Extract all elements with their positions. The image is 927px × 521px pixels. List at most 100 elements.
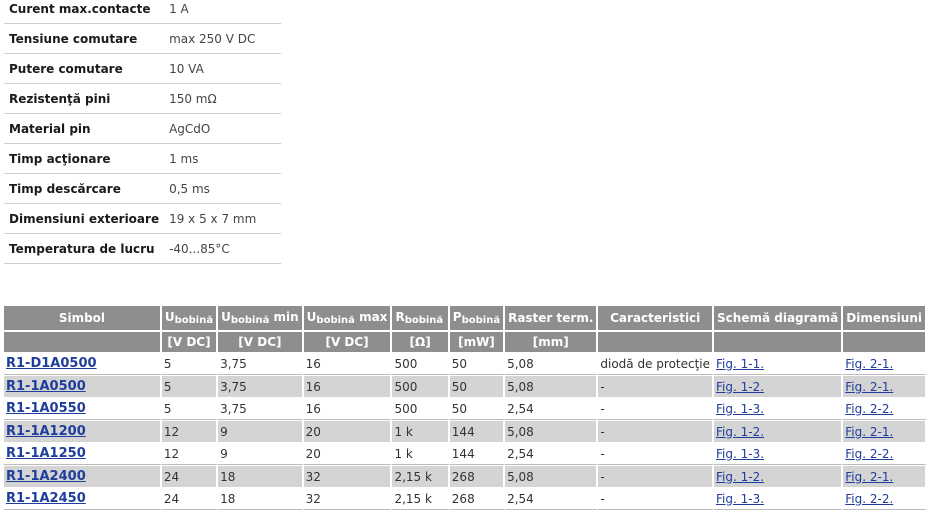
cell-raster: 2,54 <box>505 442 599 465</box>
cell-dimensiuni: Fig. 2-1. <box>843 375 927 397</box>
product-link[interactable]: R1-1A2450 <box>6 491 86 506</box>
unit-cell-empty <box>4 332 162 352</box>
product-link[interactable]: R1-1A0500 <box>6 379 86 394</box>
u-min-suffix: min <box>269 310 299 324</box>
cell-simbol: R1-1A2450 <box>4 487 162 510</box>
schema-link[interactable]: Fig. 1-3. <box>716 492 764 506</box>
col-header-caracteristici: Caracteristici <box>598 306 715 332</box>
schema-link[interactable]: Fig. 1-2. <box>716 425 764 439</box>
schema-link[interactable]: Fig. 1-3. <box>716 402 764 416</box>
u-bobina-subscript: bobină <box>174 315 214 326</box>
cell-raster: 5,08 <box>505 465 599 487</box>
dimension-link[interactable]: Fig. 2-1. <box>845 380 893 394</box>
unit-cell-p-bobina: [mW] <box>449 332 506 352</box>
cell-u-min: 3,75 <box>218 397 304 420</box>
schema-link[interactable]: Fig. 1-2. <box>716 380 764 394</box>
schema-link[interactable]: Fig. 1-3. <box>716 447 764 461</box>
cell-r-bobina: 2,15 k <box>392 487 450 510</box>
cell-raster: 2,54 <box>505 397 599 420</box>
schema-link[interactable]: Fig. 1-2. <box>716 470 764 484</box>
cell-simbol: R1-1A1250 <box>4 442 162 465</box>
spec-label: Putere comutare <box>4 53 165 84</box>
dimension-link[interactable]: Fig. 2-1. <box>845 357 893 371</box>
cell-dimensiuni: Fig. 2-2. <box>843 397 927 420</box>
cell-u-max: 20 <box>303 442 393 465</box>
spec-value: max 250 V DC <box>164 23 282 54</box>
cell-caracteristici: - <box>598 420 715 442</box>
cell-u-bobina: 12 <box>161 442 219 465</box>
cell-dimensiuni: Fig. 2-1. <box>843 352 927 375</box>
spec-value: 0,5 ms <box>164 173 282 204</box>
col-header-r-bobina: Rbobină <box>392 306 450 332</box>
cell-schema: Fig. 1-2. <box>714 420 844 442</box>
spec-row: Curent max.contacte 1 A <box>4 0 282 24</box>
cell-u-max: 32 <box>303 487 393 510</box>
cell-r-bobina: 500 <box>392 352 450 375</box>
spec-value: 1 A <box>164 0 282 24</box>
dimension-link[interactable]: Fig. 2-1. <box>845 425 893 439</box>
cell-raster: 5,08 <box>505 420 599 442</box>
r-bobina-subscript: bobină <box>404 315 444 326</box>
spec-row: Material pin AgCdO <box>4 113 282 144</box>
spec-label: Material pin <box>4 113 165 144</box>
cell-u-bobina: 12 <box>161 420 219 442</box>
table-row: R1-1A2400 24 18 32 2,15 k 268 5,08- Fig. 1-2. Fi… <box>4 465 927 487</box>
spec-label: Curent max.contacte <box>4 0 165 24</box>
unit-cell-u-bobina: [V DC] <box>161 332 219 352</box>
spec-value: 150 mΩ <box>164 83 282 114</box>
col-header-u-bobina: Ubobină <box>161 306 219 332</box>
cell-caracteristici: - <box>598 375 715 397</box>
cell-r-bobina: 500 <box>392 375 450 397</box>
r-bobina-symbol: R <box>395 310 405 324</box>
product-link[interactable]: R1-1A1250 <box>6 446 86 461</box>
table-row: R1-1A1200 12 9 20 1 k 144 5,08- Fig. 1-2. Fig. 2… <box>4 420 927 442</box>
cell-u-max: 16 <box>303 352 393 375</box>
cell-raster: 5,08 <box>505 375 599 397</box>
dimension-link[interactable]: Fig. 2-2. <box>845 402 893 416</box>
table-row: R1-D1A0500 5 3,75 16 500 50 5,08 diodă de prote… <box>4 352 927 375</box>
p-bobina-subscript: bobină <box>461 315 501 326</box>
spec-label: Timp descărcare <box>4 173 165 204</box>
cell-u-bobina: 5 <box>161 397 219 420</box>
cell-raster: 5,08 <box>505 352 599 375</box>
cell-p-bobina: 50 <box>449 375 506 397</box>
product-link[interactable]: R1-1A1200 <box>6 424 86 439</box>
specs-table-body: Curent max.contacte 1 A Tensiune comutare m… <box>4 0 282 264</box>
col-header-p-bobina: Pbobină <box>449 306 506 332</box>
col-header-raster: Raster term. <box>505 306 599 332</box>
cell-r-bobina: 500 <box>392 397 450 420</box>
table-row: R1-1A0500 5 3,75 16 500 50 5,08- Fig. 1-2. Fig. … <box>4 375 927 397</box>
unit-cell-u-min: [V DC] <box>218 332 304 352</box>
spec-label: Rezistenţă pini <box>4 83 165 114</box>
u-bobina-symbol: U <box>164 310 175 324</box>
cell-u-bobina: 24 <box>161 487 219 510</box>
cell-p-bobina: 144 <box>449 420 506 442</box>
cell-u-min: 18 <box>218 465 304 487</box>
dimension-link[interactable]: Fig. 2-2. <box>845 492 893 506</box>
cell-schema: Fig. 1-3. <box>714 397 844 420</box>
cell-caracteristici: - <box>598 465 715 487</box>
cell-u-bobina: 5 <box>161 375 219 397</box>
product-link[interactable]: R1-1A2400 <box>6 469 86 484</box>
spec-label: Dimensiuni exterioare <box>4 203 165 234</box>
cell-u-bobina: 24 <box>161 465 219 487</box>
cell-schema: Fig. 1-3. <box>714 487 844 510</box>
unit-cell-empty <box>598 332 715 352</box>
product-link[interactable]: R1-1A0550 <box>6 401 86 416</box>
schema-link[interactable]: Fig. 1-1. <box>716 357 764 371</box>
dimension-link[interactable]: Fig. 2-2. <box>845 447 893 461</box>
cell-u-min: 18 <box>218 487 304 510</box>
u-min-symbol: U <box>221 310 231 324</box>
cell-dimensiuni: Fig. 2-2. <box>843 487 927 510</box>
col-header-simbol: Simbol <box>4 306 162 332</box>
cell-r-bobina: 2,15 k <box>392 465 450 487</box>
col-header-schema: Schemă diagramă <box>714 306 844 332</box>
dimension-link[interactable]: Fig. 2-1. <box>845 470 893 484</box>
table-row: R1-1A0550 5 3,75 16 500 50 2,54- Fig. 1-3. Fig. … <box>4 397 927 420</box>
products-table: Simbol Ubobină Ubobină min Ubobină max R… <box>4 306 927 510</box>
product-link[interactable]: R1-D1A0500 <box>6 356 97 371</box>
cell-caracteristici: - <box>598 442 715 465</box>
products-header-row: Simbol Ubobină Ubobină min Ubobină max R… <box>4 306 927 332</box>
col-header-u-max: Ubobină max <box>303 306 393 332</box>
cell-raster: 2,54 <box>505 487 599 510</box>
